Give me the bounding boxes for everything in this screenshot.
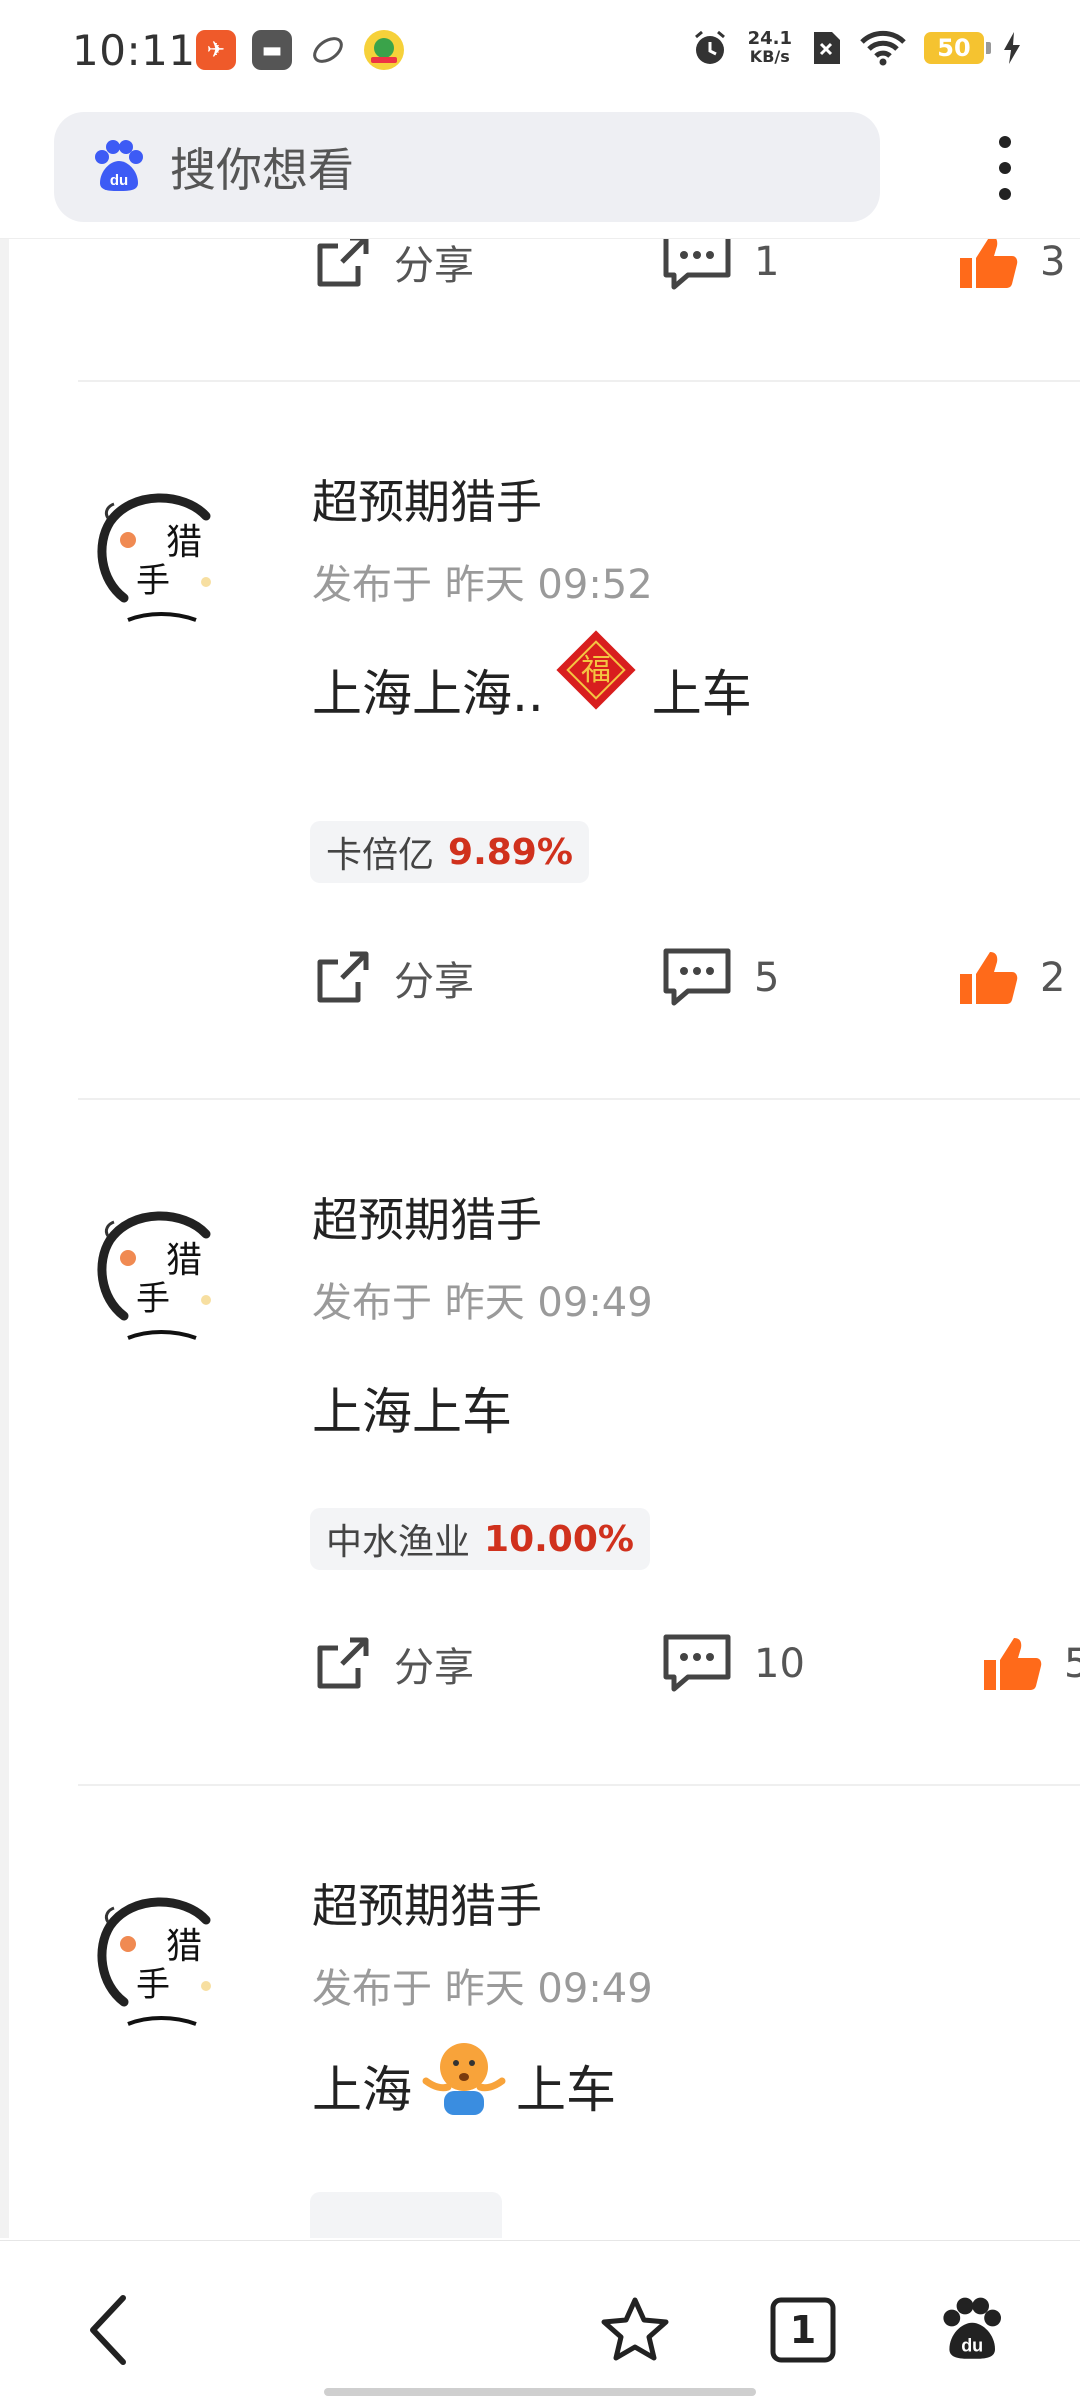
baidu-paw-icon: du xyxy=(95,140,143,191)
svg-text:福: 福 xyxy=(581,653,611,688)
notification-icons: ✈ ▬ xyxy=(196,30,404,70)
star-icon xyxy=(601,2297,669,2361)
tabs-button[interactable]: 1 xyxy=(758,2285,848,2375)
home-indicator[interactable] xyxy=(324,2388,756,2396)
more-menu-button[interactable] xyxy=(970,128,1040,208)
game-notification-icon xyxy=(364,30,404,70)
post-time: 发布于 昨天 09:52 xyxy=(312,562,653,608)
post-time: 发布于 昨天 09:49 xyxy=(312,1280,653,1326)
stock-tag[interactable]: 中水渔业 10.00% xyxy=(310,1508,650,1570)
share-icon xyxy=(317,1637,369,1689)
post-divider xyxy=(78,1784,1080,1786)
content-text: 上车 xyxy=(516,2061,616,2119)
leaf-notification-icon xyxy=(308,30,348,70)
content-text: 上海上海.. xyxy=(312,665,544,723)
author-avatar[interactable]: 猎 手 xyxy=(88,1200,230,1342)
post-actions: 分享 1 3 xyxy=(312,238,1080,302)
like-button[interactable]: 2 xyxy=(958,938,1065,1018)
post-content[interactable]: 上海上车 xyxy=(312,1372,512,1444)
share-button[interactable]: 分享 xyxy=(312,938,474,1018)
comment-icon xyxy=(663,948,731,1006)
author-avatar[interactable]: 猎 手 xyxy=(88,1886,230,2028)
tab-count: 1 xyxy=(789,2308,817,2352)
svg-text:猎: 猎 xyxy=(166,1926,202,1967)
search-bar[interactable]: du 搜你想看 xyxy=(54,112,880,222)
comment-icon xyxy=(663,1634,731,1692)
stock-tag[interactable]: 卡倍亿 9.89% xyxy=(310,821,589,883)
search-placeholder: 搜你想看 xyxy=(170,143,354,197)
comment-button[interactable]: 10 xyxy=(662,1624,805,1704)
stock-name: 中水渔业 xyxy=(326,1522,471,1563)
back-arrow-icon xyxy=(90,2295,126,2365)
author-avatar[interactable]: 猎 手 xyxy=(88,482,230,624)
like-button[interactable]: 3 xyxy=(958,238,1065,302)
svg-text:手: 手 xyxy=(136,561,170,601)
content-text: 上海 xyxy=(312,2061,412,2119)
thumbs-up-icon xyxy=(984,1638,1042,1690)
bottom-navigation: 1 du xyxy=(0,2240,1080,2401)
svg-text:手: 手 xyxy=(136,1965,170,2005)
comment-button[interactable]: 1 xyxy=(662,238,779,302)
status-time: 10:11 xyxy=(72,26,196,75)
thumbs-up-icon xyxy=(960,238,1018,288)
status-bar: 10:11 ✈ ▬ 24.1 KB/s 50 xyxy=(0,0,1080,108)
menu-dot xyxy=(999,188,1011,200)
shrug-emoji-icon xyxy=(422,2043,506,2115)
network-speed: 24.1 KB/s xyxy=(747,28,792,66)
like-button[interactable]: 5 xyxy=(982,1624,1080,1704)
search-header: du 搜你想看 xyxy=(0,108,1080,239)
post-divider xyxy=(78,1098,1080,1100)
sim-off-icon xyxy=(814,32,840,64)
baidu-paw-icon: du xyxy=(943,2297,1001,2359)
author-name[interactable]: 超预期猎手 xyxy=(312,1870,542,1936)
system-indicators: 24.1 KB/s 50 xyxy=(690,28,1022,68)
battery-indicator: 50 xyxy=(924,32,991,64)
post-content[interactable]: 上海 上车 xyxy=(312,2043,616,2122)
author-name[interactable]: 超预期猎手 xyxy=(312,1184,542,1250)
wifi-icon xyxy=(860,30,906,66)
post-content[interactable]: 上海上海.. 福 上车 xyxy=(312,630,752,726)
menu-dot xyxy=(999,136,1011,148)
stock-change: 9.89% xyxy=(448,831,573,873)
comment-icon xyxy=(663,238,731,290)
thumbs-up-icon xyxy=(960,952,1018,1004)
menu-dot xyxy=(999,162,1011,174)
post-divider xyxy=(78,380,1080,382)
content-text: 上海上车 xyxy=(312,1383,512,1441)
stock-name: 卡倍亿 xyxy=(326,835,435,876)
stock-tag-partial[interactable] xyxy=(310,2192,502,2238)
post-actions: 分享 10 5 xyxy=(312,1624,1080,1704)
author-name[interactable]: 超预期猎手 xyxy=(312,466,542,532)
svg-text:手: 手 xyxy=(136,1279,170,1319)
svg-text:du: du xyxy=(961,2336,983,2356)
back-button[interactable] xyxy=(64,2285,154,2375)
share-button[interactable]: 分享 xyxy=(312,1624,474,1704)
share-icon xyxy=(317,238,369,287)
post-time: 发布于 昨天 09:49 xyxy=(312,1966,653,2012)
comment-button[interactable]: 5 xyxy=(662,938,779,1018)
stock-change: 10.00% xyxy=(484,1518,634,1560)
svg-text:du: du xyxy=(110,172,128,189)
alarm-icon xyxy=(694,30,725,64)
post-feed[interactable]: 分享 1 3 猎 手 超预期猎手 发布于 昨天 09:52 上海上海.. 福 上… xyxy=(0,238,1080,2238)
share-button[interactable]: 分享 xyxy=(312,238,474,302)
content-text: 上车 xyxy=(651,665,752,723)
svg-text:猎: 猎 xyxy=(166,522,202,563)
charging-icon xyxy=(1004,32,1020,64)
app-notification-icon: ✈ xyxy=(196,30,236,70)
post-actions: 分享 5 2 xyxy=(312,938,1080,1018)
share-icon xyxy=(317,951,369,1003)
baidu-home-button[interactable]: du xyxy=(926,2285,1016,2375)
svg-text:猎: 猎 xyxy=(166,1240,202,1281)
fu-sticker-icon: 福 xyxy=(556,630,636,710)
favorite-button[interactable] xyxy=(590,2285,680,2375)
message-notification-icon: ▬ xyxy=(252,30,292,70)
